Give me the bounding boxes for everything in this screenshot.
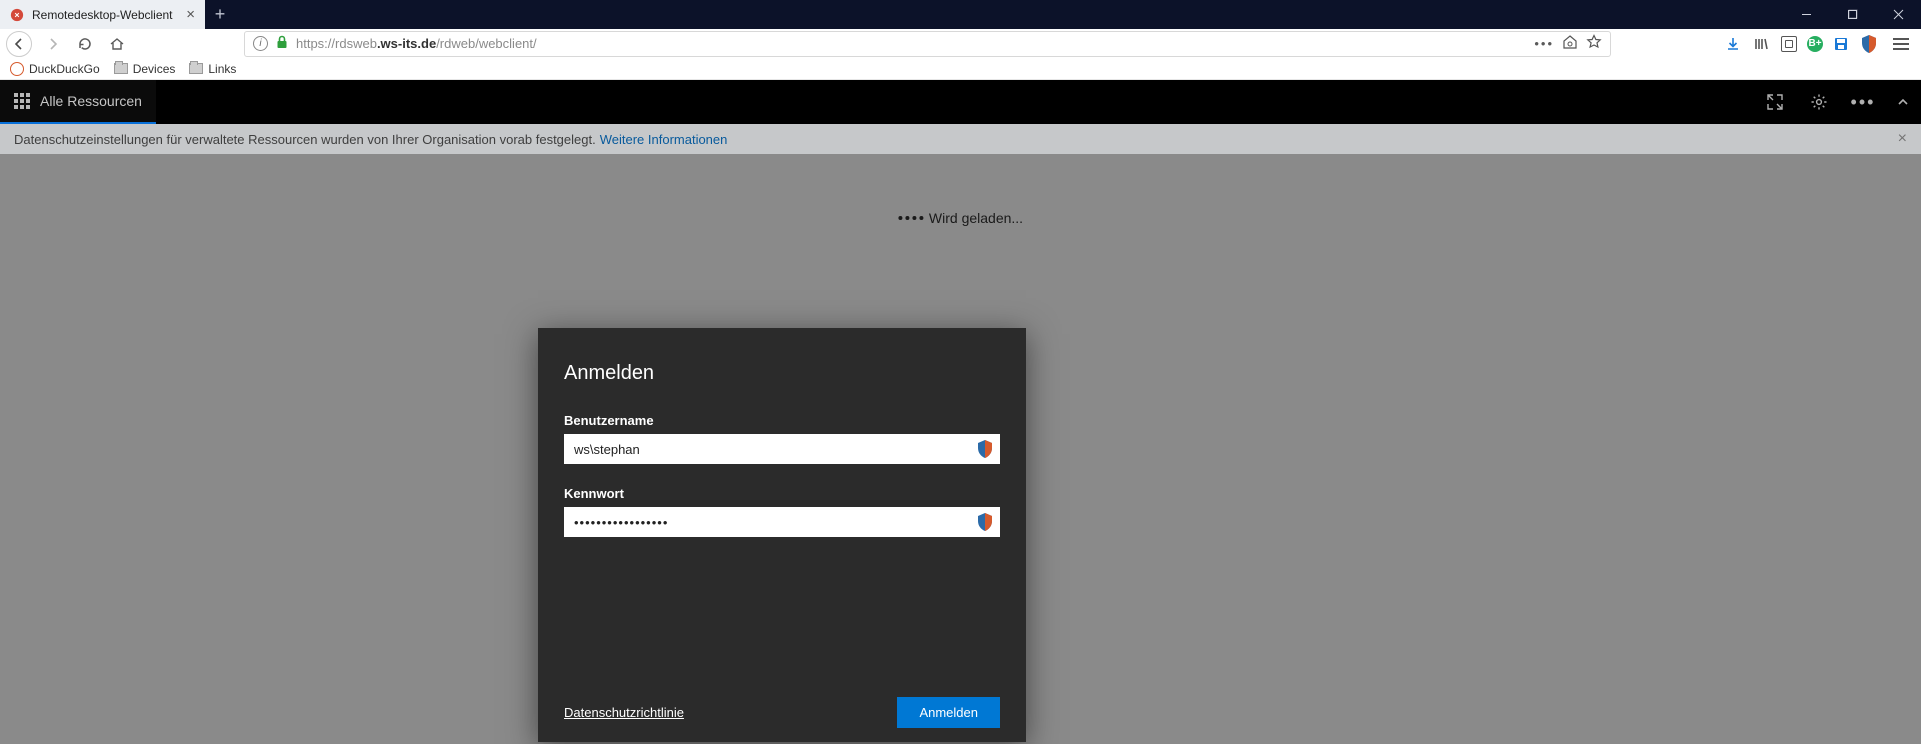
nav-reload-button[interactable]: [70, 30, 100, 58]
bookmarks-bar: DuckDuckGo Devices Links: [0, 58, 1921, 80]
loading-indicator: Wird geladen...: [898, 210, 1023, 226]
url-bar[interactable]: i https://rdsweb.ws-its.de/rdweb/webclie…: [244, 31, 1611, 57]
site-info-icon[interactable]: i: [253, 36, 268, 51]
nav-back-button[interactable]: [6, 31, 32, 57]
nav-home-button[interactable]: [102, 30, 132, 58]
browser-tab[interactable]: Remotedesktop-Webclient ×: [0, 0, 205, 29]
tab-favicon: [10, 8, 24, 22]
reader-mode-icon[interactable]: [1562, 34, 1578, 53]
login-title: Anmelden: [564, 362, 1000, 385]
fullscreen-button[interactable]: [1753, 80, 1797, 124]
collapse-header-button[interactable]: [1885, 80, 1921, 124]
settings-button[interactable]: [1797, 80, 1841, 124]
tab-title: Remotedesktop-Webclient: [32, 8, 173, 22]
tab-close-icon[interactable]: ×: [186, 6, 195, 23]
privacy-info-banner: Datenschutzeinstellungen für verwaltete …: [0, 124, 1921, 154]
library-icon[interactable]: [1751, 34, 1771, 54]
save-icon[interactable]: [1831, 34, 1851, 54]
browser-menu-button[interactable]: [1887, 38, 1915, 50]
folder-icon: [114, 63, 128, 74]
sign-in-button[interactable]: Anmelden: [897, 697, 1000, 728]
browser-navbar: i https://rdsweb.ws-its.de/rdweb/webclie…: [0, 29, 1921, 58]
loading-text: Wird geladen...: [929, 210, 1023, 226]
password-label: Kennwort: [564, 486, 1000, 501]
login-dialog: Anmelden Benutzername Kennwort Datenschu…: [538, 328, 1026, 742]
password-input[interactable]: [564, 507, 1000, 537]
apps-grid-icon: [14, 93, 30, 109]
password-manager-icon[interactable]: [978, 440, 994, 458]
folder-icon: [189, 63, 203, 74]
url-text: https://rdsweb.ws-its.de/rdweb/webclient…: [296, 36, 537, 51]
bookmark-duckduckgo[interactable]: DuckDuckGo: [10, 62, 100, 76]
page-actions-icon[interactable]: •••: [1534, 36, 1554, 51]
username-label: Benutzername: [564, 413, 1000, 428]
bookmark-star-icon[interactable]: [1586, 34, 1602, 53]
duckduckgo-icon: [10, 62, 24, 76]
downloads-icon[interactable]: [1723, 34, 1743, 54]
extension-badge-icon[interactable]: B+: [1807, 36, 1823, 52]
banner-text: Datenschutzeinstellungen für verwaltete …: [14, 132, 596, 147]
window-close-button[interactable]: [1875, 0, 1921, 29]
bookmark-devices[interactable]: Devices: [114, 62, 176, 76]
app-header: Alle Ressourcen •••: [0, 80, 1921, 124]
lock-icon: [276, 35, 288, 52]
more-button[interactable]: •••: [1841, 80, 1885, 124]
app-tab-label: Alle Ressourcen: [40, 93, 142, 109]
username-input[interactable]: [564, 434, 1000, 464]
window-minimize-button[interactable]: [1783, 0, 1829, 29]
browser-titlebar: Remotedesktop-Webclient × +: [0, 0, 1921, 29]
toolbar-tools: B+: [1723, 34, 1885, 54]
password-manager-icon[interactable]: [978, 513, 994, 531]
extension-keepass-icon[interactable]: [1859, 34, 1879, 54]
privacy-policy-link[interactable]: Datenschutzrichtlinie: [564, 705, 684, 720]
app-tab-all-resources[interactable]: Alle Ressourcen: [0, 80, 156, 124]
window-maximize-button[interactable]: [1829, 0, 1875, 29]
banner-link[interactable]: Weitere Informationen: [600, 132, 728, 147]
banner-close-icon[interactable]: ×: [1898, 130, 1907, 148]
new-tab-button[interactable]: +: [205, 0, 235, 29]
bookmark-links[interactable]: Links: [189, 62, 236, 76]
sidebar-toggle-icon[interactable]: [1779, 34, 1799, 54]
nav-forward-button[interactable]: [38, 30, 68, 58]
